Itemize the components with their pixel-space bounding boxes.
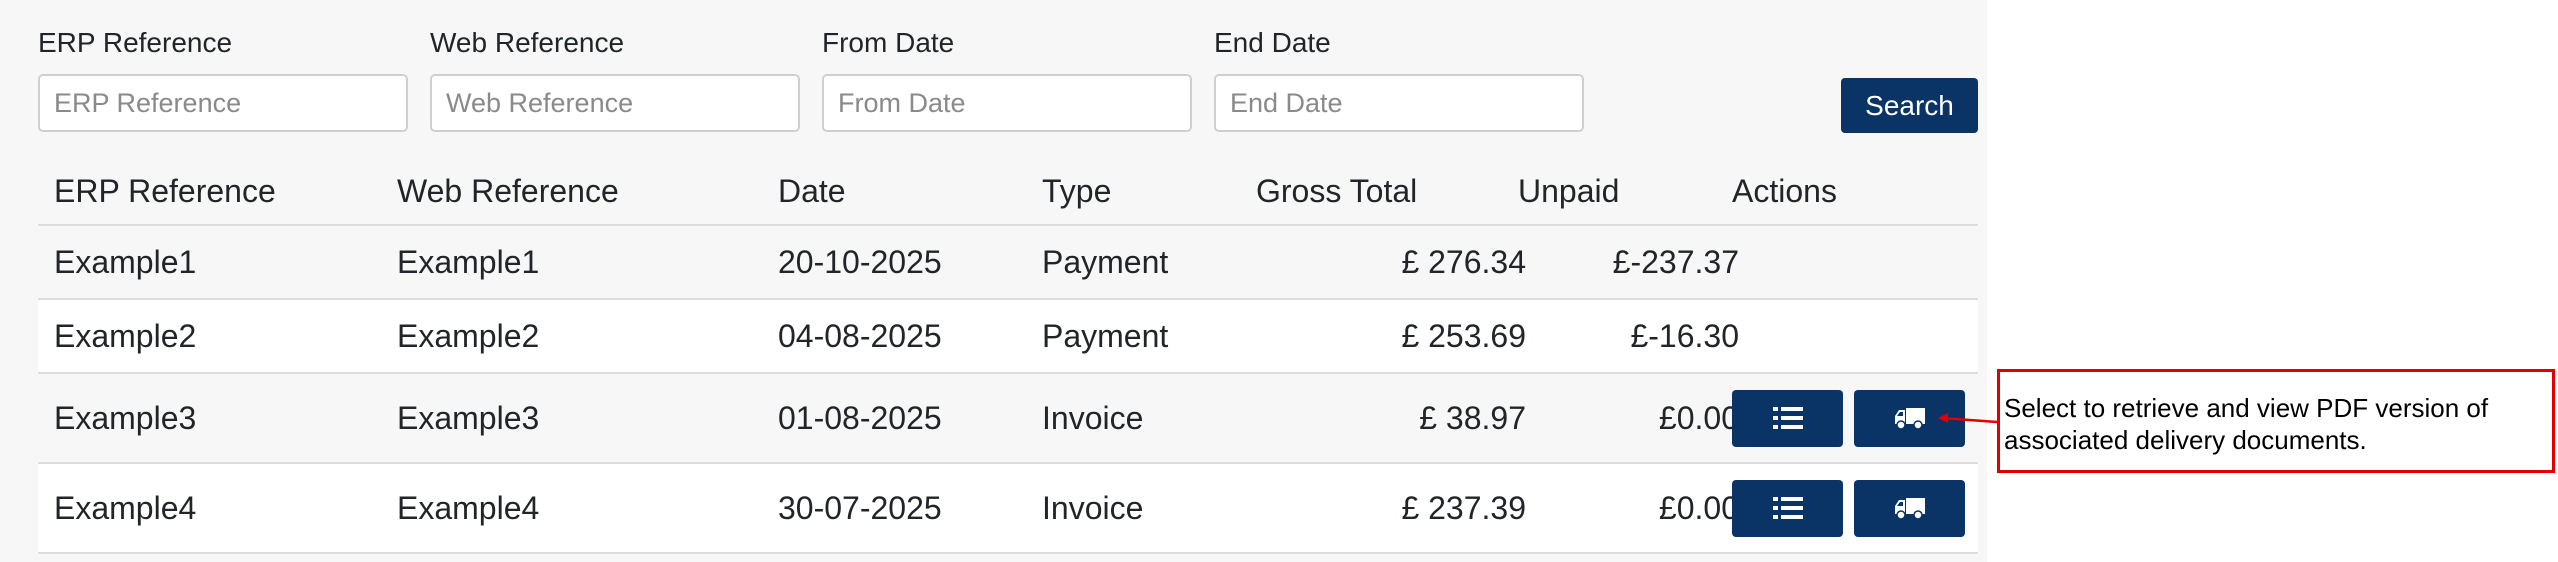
column-header-actions: Actions (1732, 172, 1837, 209)
web-reference-cell: Example3 (397, 399, 540, 436)
erp-reference-label: ERP Reference (38, 27, 233, 58)
annotation-callout: Select to retrieve and view PDF version … (1997, 369, 2555, 473)
truck-icon (1894, 408, 1925, 430)
web-reference-input[interactable] (430, 74, 800, 132)
column-header-date: Date (778, 172, 846, 209)
end-date-input[interactable] (1214, 74, 1584, 132)
from-date-input[interactable] (822, 74, 1192, 132)
documents-table: ERP Reference Web Reference Date Type Gr… (38, 158, 1978, 554)
column-header-erp-reference: ERP Reference (54, 172, 276, 209)
list-icon (1772, 497, 1803, 519)
unpaid-cell: £-16.30 (1630, 317, 1739, 354)
search-button[interactable]: Search (1841, 78, 1978, 133)
unpaid-cell: £-237.37 (1612, 243, 1739, 280)
date-cell: 04-08-2025 (778, 317, 942, 354)
type-cell: Invoice (1042, 399, 1144, 436)
date-cell: 20-10-2025 (778, 243, 942, 280)
gross-total-cell: £ 237.39 (1401, 489, 1526, 526)
table-row: Example4 Example4 30-07-2025 Invoice £ 2… (38, 464, 1978, 554)
view-details-button[interactable] (1732, 479, 1843, 537)
list-icon (1772, 407, 1803, 429)
erp-reference-cell: Example1 (54, 243, 197, 280)
annotation-text: Select to retrieve and view PDF version … (2004, 393, 2489, 455)
type-cell: Payment (1042, 243, 1169, 280)
erp-reference-input[interactable] (38, 74, 408, 132)
delivery-documents-button[interactable] (1854, 389, 1965, 447)
type-cell: Invoice (1042, 489, 1144, 526)
gross-total-cell: £ 253.69 (1401, 317, 1526, 354)
table-header-row: ERP Reference Web Reference Date Type Gr… (38, 158, 1978, 226)
gross-total-cell: £ 276.34 (1401, 243, 1526, 280)
actions-cell (1732, 374, 1976, 462)
end-date-label: End Date (1214, 27, 1331, 58)
from-date-label: From Date (822, 27, 955, 58)
view-details-button[interactable] (1732, 389, 1843, 447)
unpaid-cell: £0.00 (1658, 399, 1739, 436)
web-reference-label: Web Reference (430, 27, 625, 58)
column-header-type: Type (1042, 172, 1112, 209)
table-row: Example1 Example1 20-10-2025 Payment £ 2… (38, 226, 1978, 300)
gross-total-cell: £ 38.97 (1419, 399, 1526, 436)
order-history-panel: ERP Reference Web Reference From Date En… (0, 0, 1987, 562)
web-reference-cell: Example1 (397, 243, 540, 280)
column-header-gross-total: Gross Total (1256, 172, 1418, 209)
actions-cell (1732, 464, 1976, 552)
delivery-documents-button[interactable] (1854, 479, 1965, 537)
date-cell: 01-08-2025 (778, 399, 942, 436)
erp-reference-cell: Example4 (54, 489, 197, 526)
column-header-web-reference: Web Reference (397, 172, 619, 209)
erp-reference-cell: Example3 (54, 399, 197, 436)
type-cell: Payment (1042, 317, 1169, 354)
date-cell: 30-07-2025 (778, 489, 942, 526)
table-row: Example2 Example2 04-08-2025 Payment £ 2… (38, 300, 1978, 374)
erp-reference-cell: Example2 (54, 317, 197, 354)
web-reference-cell: Example2 (397, 317, 540, 354)
table-row: Example3 Example3 01-08-2025 Invoice £ 3… (38, 374, 1978, 464)
truck-icon (1894, 498, 1925, 520)
web-reference-cell: Example4 (397, 489, 540, 526)
column-header-unpaid: Unpaid (1518, 172, 1620, 209)
unpaid-cell: £0.00 (1658, 489, 1739, 526)
